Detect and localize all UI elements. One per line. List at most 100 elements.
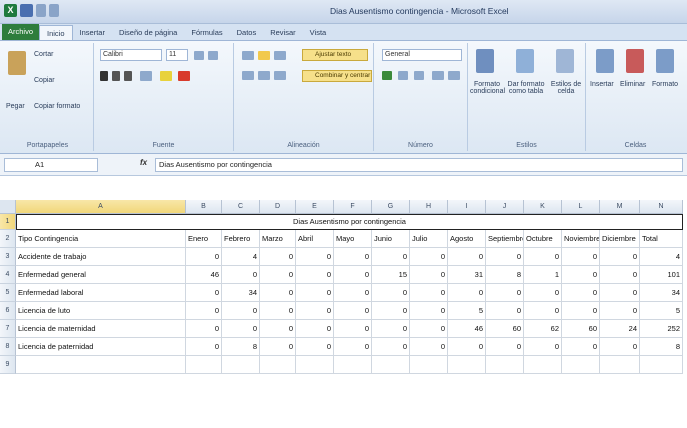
header-cell[interactable]: Noviembre [562,230,600,248]
row-label-cell[interactable]: Licencia de paternidad [16,338,186,356]
header-cell[interactable]: Mayo [334,230,372,248]
row-header-4[interactable]: 4 [0,266,16,284]
align-left-icon[interactable] [242,71,254,80]
number-format-combo[interactable]: General [382,49,462,61]
value-cell[interactable]: 0 [260,284,296,302]
value-cell[interactable]: 62 [524,320,562,338]
value-cell[interactable]: 24 [600,320,640,338]
row-header-8[interactable]: 8 [0,338,16,356]
value-cell[interactable]: 0 [334,302,372,320]
value-cell[interactable]: 0 [296,338,334,356]
value-cell[interactable]: 0 [562,302,600,320]
value-cell[interactable]: 60 [562,320,600,338]
borders-icon[interactable] [140,71,152,81]
value-cell[interactable]: 0 [486,284,524,302]
grow-font-icon[interactable] [194,51,204,60]
empty-cell[interactable] [640,356,683,374]
empty-cell[interactable] [186,356,222,374]
value-cell[interactable]: 0 [372,320,410,338]
tab-revisar[interactable]: Revisar [263,25,302,40]
value-cell[interactable]: 0 [222,266,260,284]
value-cell[interactable]: 0 [600,248,640,266]
header-cell[interactable]: Agosto [448,230,486,248]
empty-cell[interactable] [16,356,186,374]
empty-cell[interactable] [562,356,600,374]
value-cell[interactable]: 4 [222,248,260,266]
value-cell[interactable]: 0 [448,284,486,302]
value-cell[interactable]: 0 [562,338,600,356]
value-cell[interactable]: 0 [524,248,562,266]
value-cell[interactable]: 0 [410,320,448,338]
column-header-i[interactable]: I [448,200,486,214]
fill-color-icon[interactable] [160,71,172,81]
cell-styles-button[interactable]: Estilos de celda [548,81,584,95]
column-header-n[interactable]: N [640,200,683,214]
decrease-decimal-icon[interactable] [448,71,460,80]
value-cell[interactable]: 60 [486,320,524,338]
header-cell[interactable]: Abril [296,230,334,248]
value-cell[interactable]: 0 [486,302,524,320]
italic-icon[interactable] [112,71,120,81]
column-header-f[interactable]: F [334,200,372,214]
format-cells-icon[interactable] [656,49,674,73]
value-cell[interactable]: 0 [334,266,372,284]
empty-cell[interactable] [448,356,486,374]
save-icon[interactable] [20,4,33,17]
row-label-cell[interactable]: Enfermedad general [16,266,186,284]
align-middle-icon[interactable] [258,51,270,60]
empty-cell[interactable] [524,356,562,374]
empty-cell[interactable] [410,356,448,374]
empty-cell[interactable] [260,356,296,374]
value-cell[interactable]: 15 [372,266,410,284]
value-cell[interactable]: 0 [448,338,486,356]
value-cell[interactable]: 0 [486,248,524,266]
value-cell[interactable]: 0 [186,320,222,338]
cell-styles-icon[interactable] [556,49,574,73]
column-header-b[interactable]: B [186,200,222,214]
wrap-text-button[interactable]: Ajustar texto [302,49,368,61]
fx-icon[interactable]: fx [140,158,147,167]
font-size-combo[interactable]: 11 [166,49,188,61]
value-cell[interactable]: 8 [640,338,683,356]
align-top-icon[interactable] [242,51,254,60]
value-cell[interactable]: 0 [372,284,410,302]
column-header-k[interactable]: K [524,200,562,214]
value-cell[interactable]: 0 [562,284,600,302]
row-header-1[interactable]: 1 [0,214,16,230]
value-cell[interactable]: 0 [410,338,448,356]
value-cell[interactable]: 0 [372,248,410,266]
font-name-combo[interactable]: Calibri [100,49,162,61]
header-cell[interactable]: Total [640,230,683,248]
column-header-g[interactable]: G [372,200,410,214]
value-cell[interactable]: 0 [372,302,410,320]
format-cells-button[interactable]: Formato [652,81,678,88]
value-cell[interactable]: 31 [448,266,486,284]
format-painter-button[interactable]: Copiar formato [34,103,80,110]
insert-cells-button[interactable]: Insertar [590,81,614,88]
value-cell[interactable]: 0 [296,266,334,284]
value-cell[interactable]: 0 [600,302,640,320]
value-cell[interactable]: 34 [222,284,260,302]
column-header-e[interactable]: E [296,200,334,214]
value-cell[interactable]: 0 [524,284,562,302]
row-label-cell[interactable]: Accidente de trabajo [16,248,186,266]
underline-icon[interactable] [124,71,132,81]
value-cell[interactable]: 0 [410,284,448,302]
value-cell[interactable]: 0 [410,248,448,266]
value-cell[interactable]: 0 [372,338,410,356]
copy-button[interactable]: Copiar [34,77,55,84]
tab-inicio[interactable]: Inicio [39,25,73,40]
value-cell[interactable]: 0 [600,266,640,284]
row-label-cell[interactable]: Licencia de maternidad [16,320,186,338]
value-cell[interactable]: 0 [334,338,372,356]
delete-cells-icon[interactable] [626,49,644,73]
paste-button[interactable]: Pegar [6,103,25,110]
tab-vista[interactable]: Vista [303,25,334,40]
value-cell[interactable]: 101 [640,266,683,284]
empty-cell[interactable] [486,356,524,374]
value-cell[interactable]: 0 [296,302,334,320]
excel-icon[interactable]: X [4,4,17,17]
align-center-icon[interactable] [258,71,270,80]
column-header-l[interactable]: L [562,200,600,214]
header-cell[interactable]: Septiembre [486,230,524,248]
